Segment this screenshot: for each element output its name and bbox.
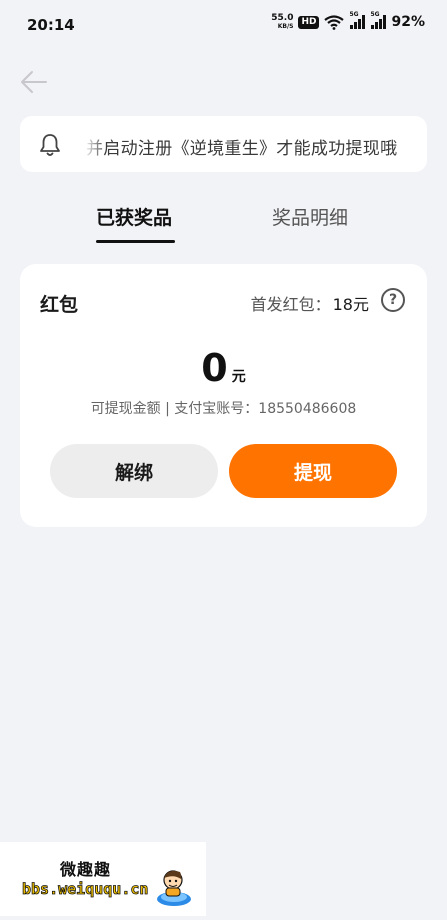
signal-1-icon: 5G <box>349 11 366 29</box>
first-pack-label: 首发红包： <box>250 295 331 314</box>
status-bar: 20:14 55.0 KB/S HD 5G 5G 92% <box>0 0 447 50</box>
notice-text: 并启动注册《逆境重生》才能成功提现哦 <box>86 139 398 159</box>
red-packet-card: 红包 首发红包： 18元 ? 0 元 可提现金额 | 支付宝账号：1855048… <box>20 264 427 527</box>
battery-level: 92% <box>391 14 425 30</box>
tab-obtained-prizes[interactable]: 已获奖品 <box>96 203 172 230</box>
hd-badge: HD <box>298 15 320 29</box>
unbind-button[interactable]: 解绑 <box>50 444 218 498</box>
withdraw-account-info: 可提现金额 | 支付宝账号：18550486608 <box>90 401 357 417</box>
wifi-icon <box>324 14 345 30</box>
watermark-url: bbs.weiququ.cn <box>22 880 149 899</box>
status-icons: 55.0 KB/S HD 5G 5G 92% <box>271 11 425 31</box>
signal-2-label: 5G <box>370 11 380 18</box>
balance-unit: 元 <box>231 369 246 385</box>
net-speed: 55.0 KB/S <box>271 13 294 31</box>
tab-prize-details[interactable]: 奖品明细 <box>272 203 348 230</box>
arrow-left-icon <box>21 71 47 93</box>
withdraw-button[interactable]: 提现 <box>229 444 397 498</box>
card-title: 红包 <box>40 294 79 316</box>
net-speed-unit: KB/S <box>277 23 294 30</box>
notice-bar: 并启动注册《逆境重生》才能成功提现哦 <box>20 116 427 172</box>
first-pack-amount: 18元 <box>332 295 369 314</box>
watermark: 微趣趣 bbs.weiququ.cn <box>0 842 206 916</box>
signal-1-label: 5G <box>349 11 359 18</box>
first-pack-info: 首发红包： 18元 <box>251 291 369 315</box>
net-speed-value: 55.0 <box>271 13 294 23</box>
balance: 0 元 <box>20 346 427 390</box>
active-tab-indicator <box>96 240 175 243</box>
notice-fade <box>84 126 106 162</box>
balance-value: 0 <box>201 346 228 390</box>
back-button[interactable] <box>18 68 50 96</box>
watermark-title: 微趣趣 <box>60 860 112 879</box>
signal-2-icon: 5G <box>370 11 387 29</box>
bell-icon <box>40 134 60 156</box>
status-time: 20:14 <box>27 16 75 34</box>
question-circle-icon[interactable]: ? <box>381 288 405 312</box>
mascot-icon <box>157 870 191 906</box>
